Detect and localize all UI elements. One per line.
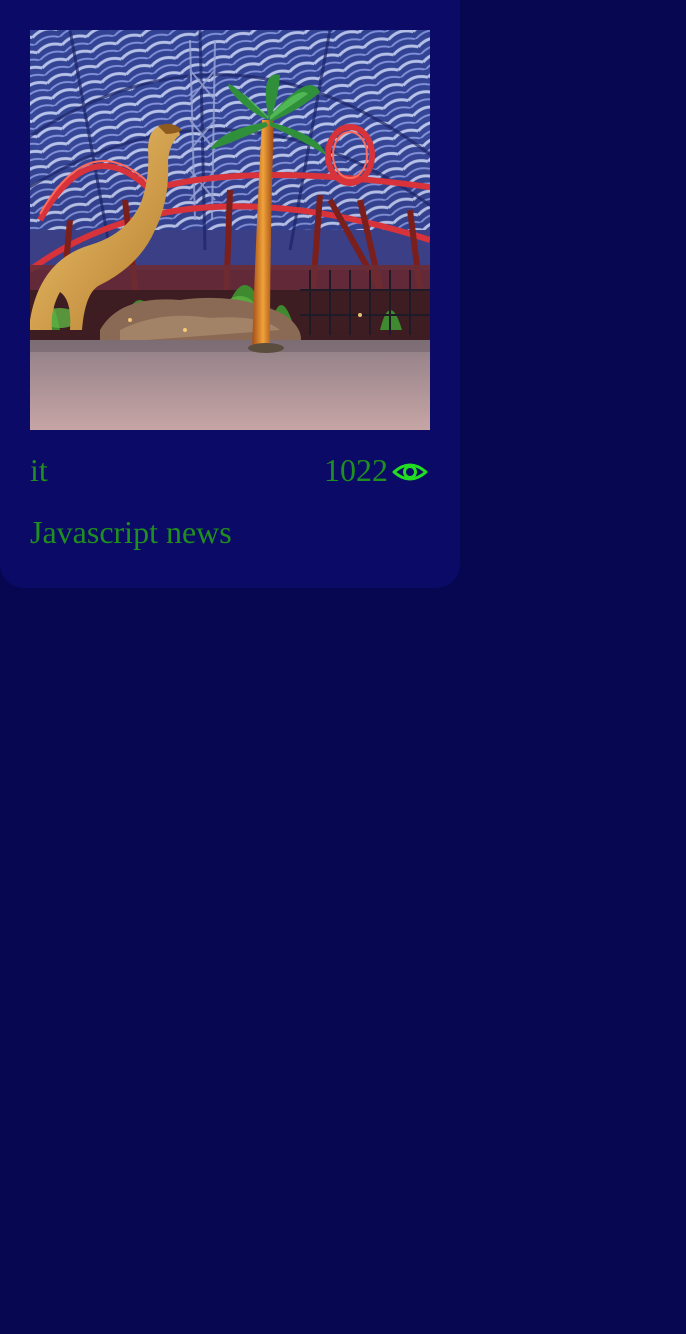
eye-icon xyxy=(390,452,430,492)
card-meta: it 1022 xyxy=(30,450,430,490)
theme-park-image xyxy=(30,30,430,430)
view-count-value: 1022 xyxy=(324,452,388,488)
view-count: 1022 xyxy=(324,448,430,492)
news-card[interactable]: it 1022 Javascript news xyxy=(0,0,460,588)
category-label[interactable]: it xyxy=(30,450,48,490)
news-thumbnail[interactable] xyxy=(30,30,430,430)
news-title[interactable]: Javascript news xyxy=(30,512,430,552)
